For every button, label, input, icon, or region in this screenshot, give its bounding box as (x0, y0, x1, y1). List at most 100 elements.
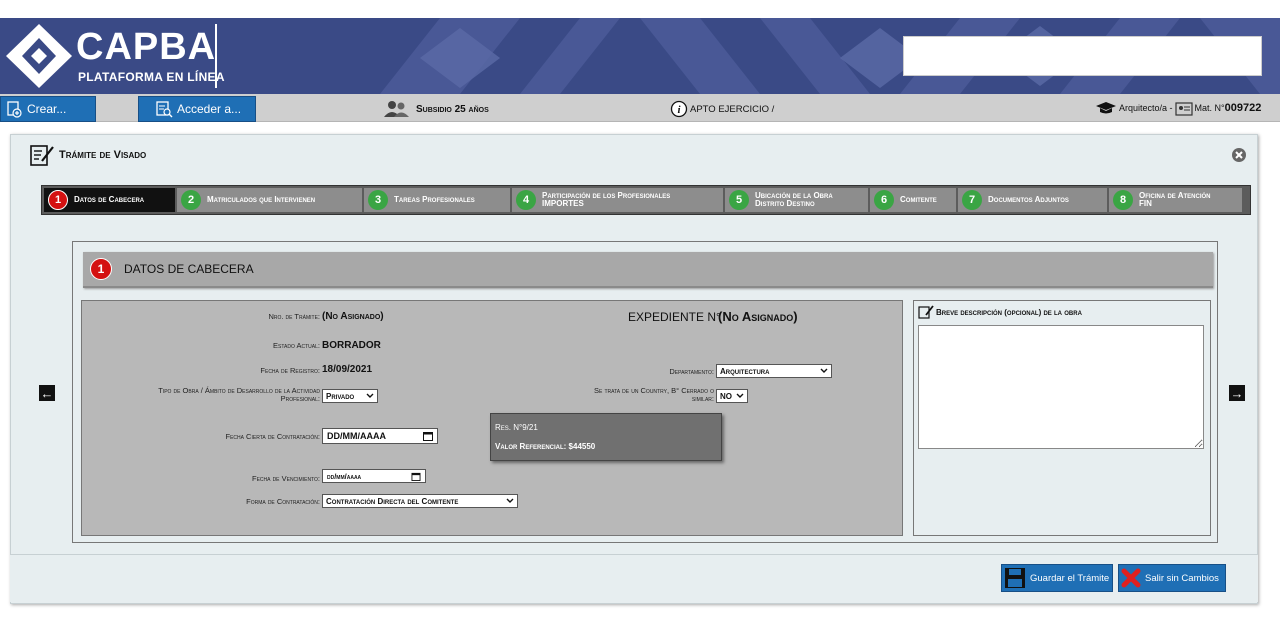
subsidy-label: Subsidio 25 años (416, 103, 489, 115)
reference-value-tooltip: Res. N°9/21 Valor Referencial: $44550 (490, 413, 722, 461)
forma-contratacion-label: Forma de Contratación: (246, 497, 320, 506)
step-number: 4 (516, 190, 536, 210)
expediente-value: (No Asignado) (718, 309, 798, 324)
departamento-select[interactable]: Arquitectura (716, 364, 832, 378)
search-document-icon (156, 101, 173, 118)
tooltip-res: Res. N°9/21 (495, 423, 538, 432)
fecha-vencimiento-input[interactable]: dd/mm/aaaa (322, 469, 426, 483)
step-label: Datos de Cabecera (74, 195, 145, 204)
user-info: Arquitecto/a - Mat. N° 009722 (1095, 100, 1261, 116)
app-header: CAPBA PLATAFORMA EN LÍNEA (0, 18, 1280, 94)
fecha-registro-label: Fecha de Registro: (260, 366, 320, 375)
save-disk-icon (1005, 568, 1025, 588)
edit-document-icon (918, 305, 934, 319)
tab-datos-cabecera[interactable]: 1 Datos de Cabecera (44, 188, 175, 212)
save-button[interactable]: Guardar el Trámite (1001, 564, 1113, 592)
description-box: Breve descripción (opcional) de la obra (913, 300, 1211, 536)
country-value: NO (720, 391, 732, 401)
departamento-value: Arquitectura (720, 366, 770, 376)
step-label: Matriculados que Intervienen (207, 195, 316, 204)
tab-documentos-adjuntos[interactable]: 7 Documentos Adjuntos (958, 188, 1107, 212)
access-button[interactable]: Acceder a... (138, 96, 256, 122)
form-container: 1 DATOS DE CABECERA Nro. de Trámite: (No… (72, 241, 1218, 543)
tab-matriculados[interactable]: 2 Matriculados que Intervienen (177, 188, 362, 212)
logo-divider (215, 24, 217, 88)
info-icon: i (670, 100, 688, 118)
step-number: 6 (874, 190, 894, 210)
departamento-label: Departamento: (669, 367, 714, 376)
toolbar: Crear... Acceder a... Subsidio 25 años i… (0, 94, 1280, 122)
chevron-down-icon (506, 498, 514, 503)
fecha-registro-value: 18/09/2021 (322, 364, 373, 375)
step-number: 7 (962, 190, 982, 210)
step-sublabel: IMPORTES (542, 199, 584, 208)
exit-button[interactable]: Salir sin Cambios (1118, 564, 1226, 592)
close-icon[interactable] (1231, 147, 1247, 163)
mat-number: 009722 (1224, 102, 1262, 114)
user-role: Arquitecto/a - (1119, 103, 1173, 113)
step-number: 2 (181, 190, 201, 210)
fecha-vencimiento-label: Fecha de Vencimiento: (252, 474, 320, 483)
logo-title: CAPBA (76, 26, 217, 68)
red-x-icon (1121, 568, 1141, 588)
chevron-down-icon (366, 393, 374, 398)
capba-logo-icon (6, 24, 72, 88)
form-fields: Nro. de Trámite: (No Asignado) EXPEDIENT… (81, 300, 903, 536)
step-label: Documentos Adjuntos (988, 195, 1069, 204)
chevron-down-icon (820, 368, 828, 373)
tipo-obra-value: Privado (326, 391, 355, 401)
create-button[interactable]: Crear... (0, 96, 96, 122)
page-title: Trámite de Visado (29, 143, 146, 167)
subsidy-link[interactable]: Subsidio 25 años (382, 100, 489, 118)
description-title: Breve descripción (opcional) de la obra (918, 305, 1082, 319)
fecha-cierta-value: DD/MM/AAAA (327, 431, 386, 441)
tooltip-valor: Valor Referencial: $44550 (495, 442, 596, 451)
step-label: Comitente (900, 195, 937, 204)
section-title: DATOS DE CABECERA (124, 262, 254, 276)
tab-ubicacion-obra[interactable]: 5 Ubicación de la Obra Distrito Destino (725, 188, 868, 212)
section-header: 1 DATOS DE CABECERA (83, 252, 1213, 288)
header-search-input[interactable] (903, 36, 1262, 76)
chevron-down-icon (736, 393, 744, 398)
country-label-2: similar: (691, 394, 714, 403)
estado-label: Estado Actual: (272, 341, 320, 350)
country-label-1: Se trata de un Country, B° Cerrado o (594, 386, 714, 395)
id-card-icon (1174, 102, 1193, 116)
status-label: APTO EJERCICIO / (690, 103, 775, 115)
edit-document-icon (30, 145, 54, 166)
page-title-label: Trámite de Visado (59, 149, 147, 161)
save-button-label: Guardar el Trámite (1030, 572, 1110, 584)
tab-comitente[interactable]: 6 Comitente (870, 188, 956, 212)
calendar-icon[interactable] (411, 472, 421, 481)
country-select[interactable]: NO (716, 389, 748, 403)
forma-contratacion-value: Contratación Directa del Comitente (326, 496, 459, 506)
calendar-icon[interactable] (423, 431, 433, 441)
tab-participacion[interactable]: 4 Participación de los Profesionales IMP… (512, 188, 723, 212)
step-number: 1 (48, 190, 68, 210)
step-sublabel: Distrito Destino (755, 199, 815, 208)
expediente-label: EXPEDIENTE N° (628, 310, 721, 324)
tipo-obra-select[interactable]: Privado (322, 389, 378, 403)
nro-tramite-value: (No Asignado) (322, 311, 384, 322)
mat-prefix: Mat. N° (1194, 103, 1225, 113)
fecha-cierta-label: Fecha Cierta de Contratación: (225, 432, 321, 441)
step-number: 3 (368, 190, 388, 210)
status-info: i APTO EJERCICIO / (670, 100, 774, 118)
next-step-arrow-icon[interactable]: → (1229, 385, 1245, 401)
wizard-steps: 1 Datos de Cabecera 2 Matriculados que I… (41, 185, 1251, 215)
tipo-obra-label-2: Profesional: (280, 394, 320, 403)
tab-oficina-atencion[interactable]: 8 Oficina de Atención FIN (1109, 188, 1242, 212)
tab-tareas-profesionales[interactable]: 3 Tareas Profesionales (364, 188, 510, 212)
description-title-label: Breve descripción (opcional) de la obra (936, 307, 1082, 317)
step-number: 8 (1113, 190, 1133, 210)
prev-step-arrow-icon[interactable]: ← (39, 385, 55, 401)
forma-contratacion-select[interactable]: Contratación Directa del Comitente (322, 494, 518, 508)
description-textarea[interactable] (918, 325, 1204, 449)
exit-button-label: Salir sin Cambios (1145, 572, 1219, 584)
main-panel: Trámite de Visado 1 Datos de Cabecera 2 … (10, 134, 1258, 604)
fecha-cierta-input[interactable]: DD/MM/AAAA (322, 428, 438, 444)
section-number: 1 (90, 258, 112, 280)
fecha-vencimiento-value: dd/mm/aaaa (327, 471, 362, 481)
estado-value: BORRADOR (322, 340, 381, 351)
step-number: 5 (729, 190, 749, 210)
